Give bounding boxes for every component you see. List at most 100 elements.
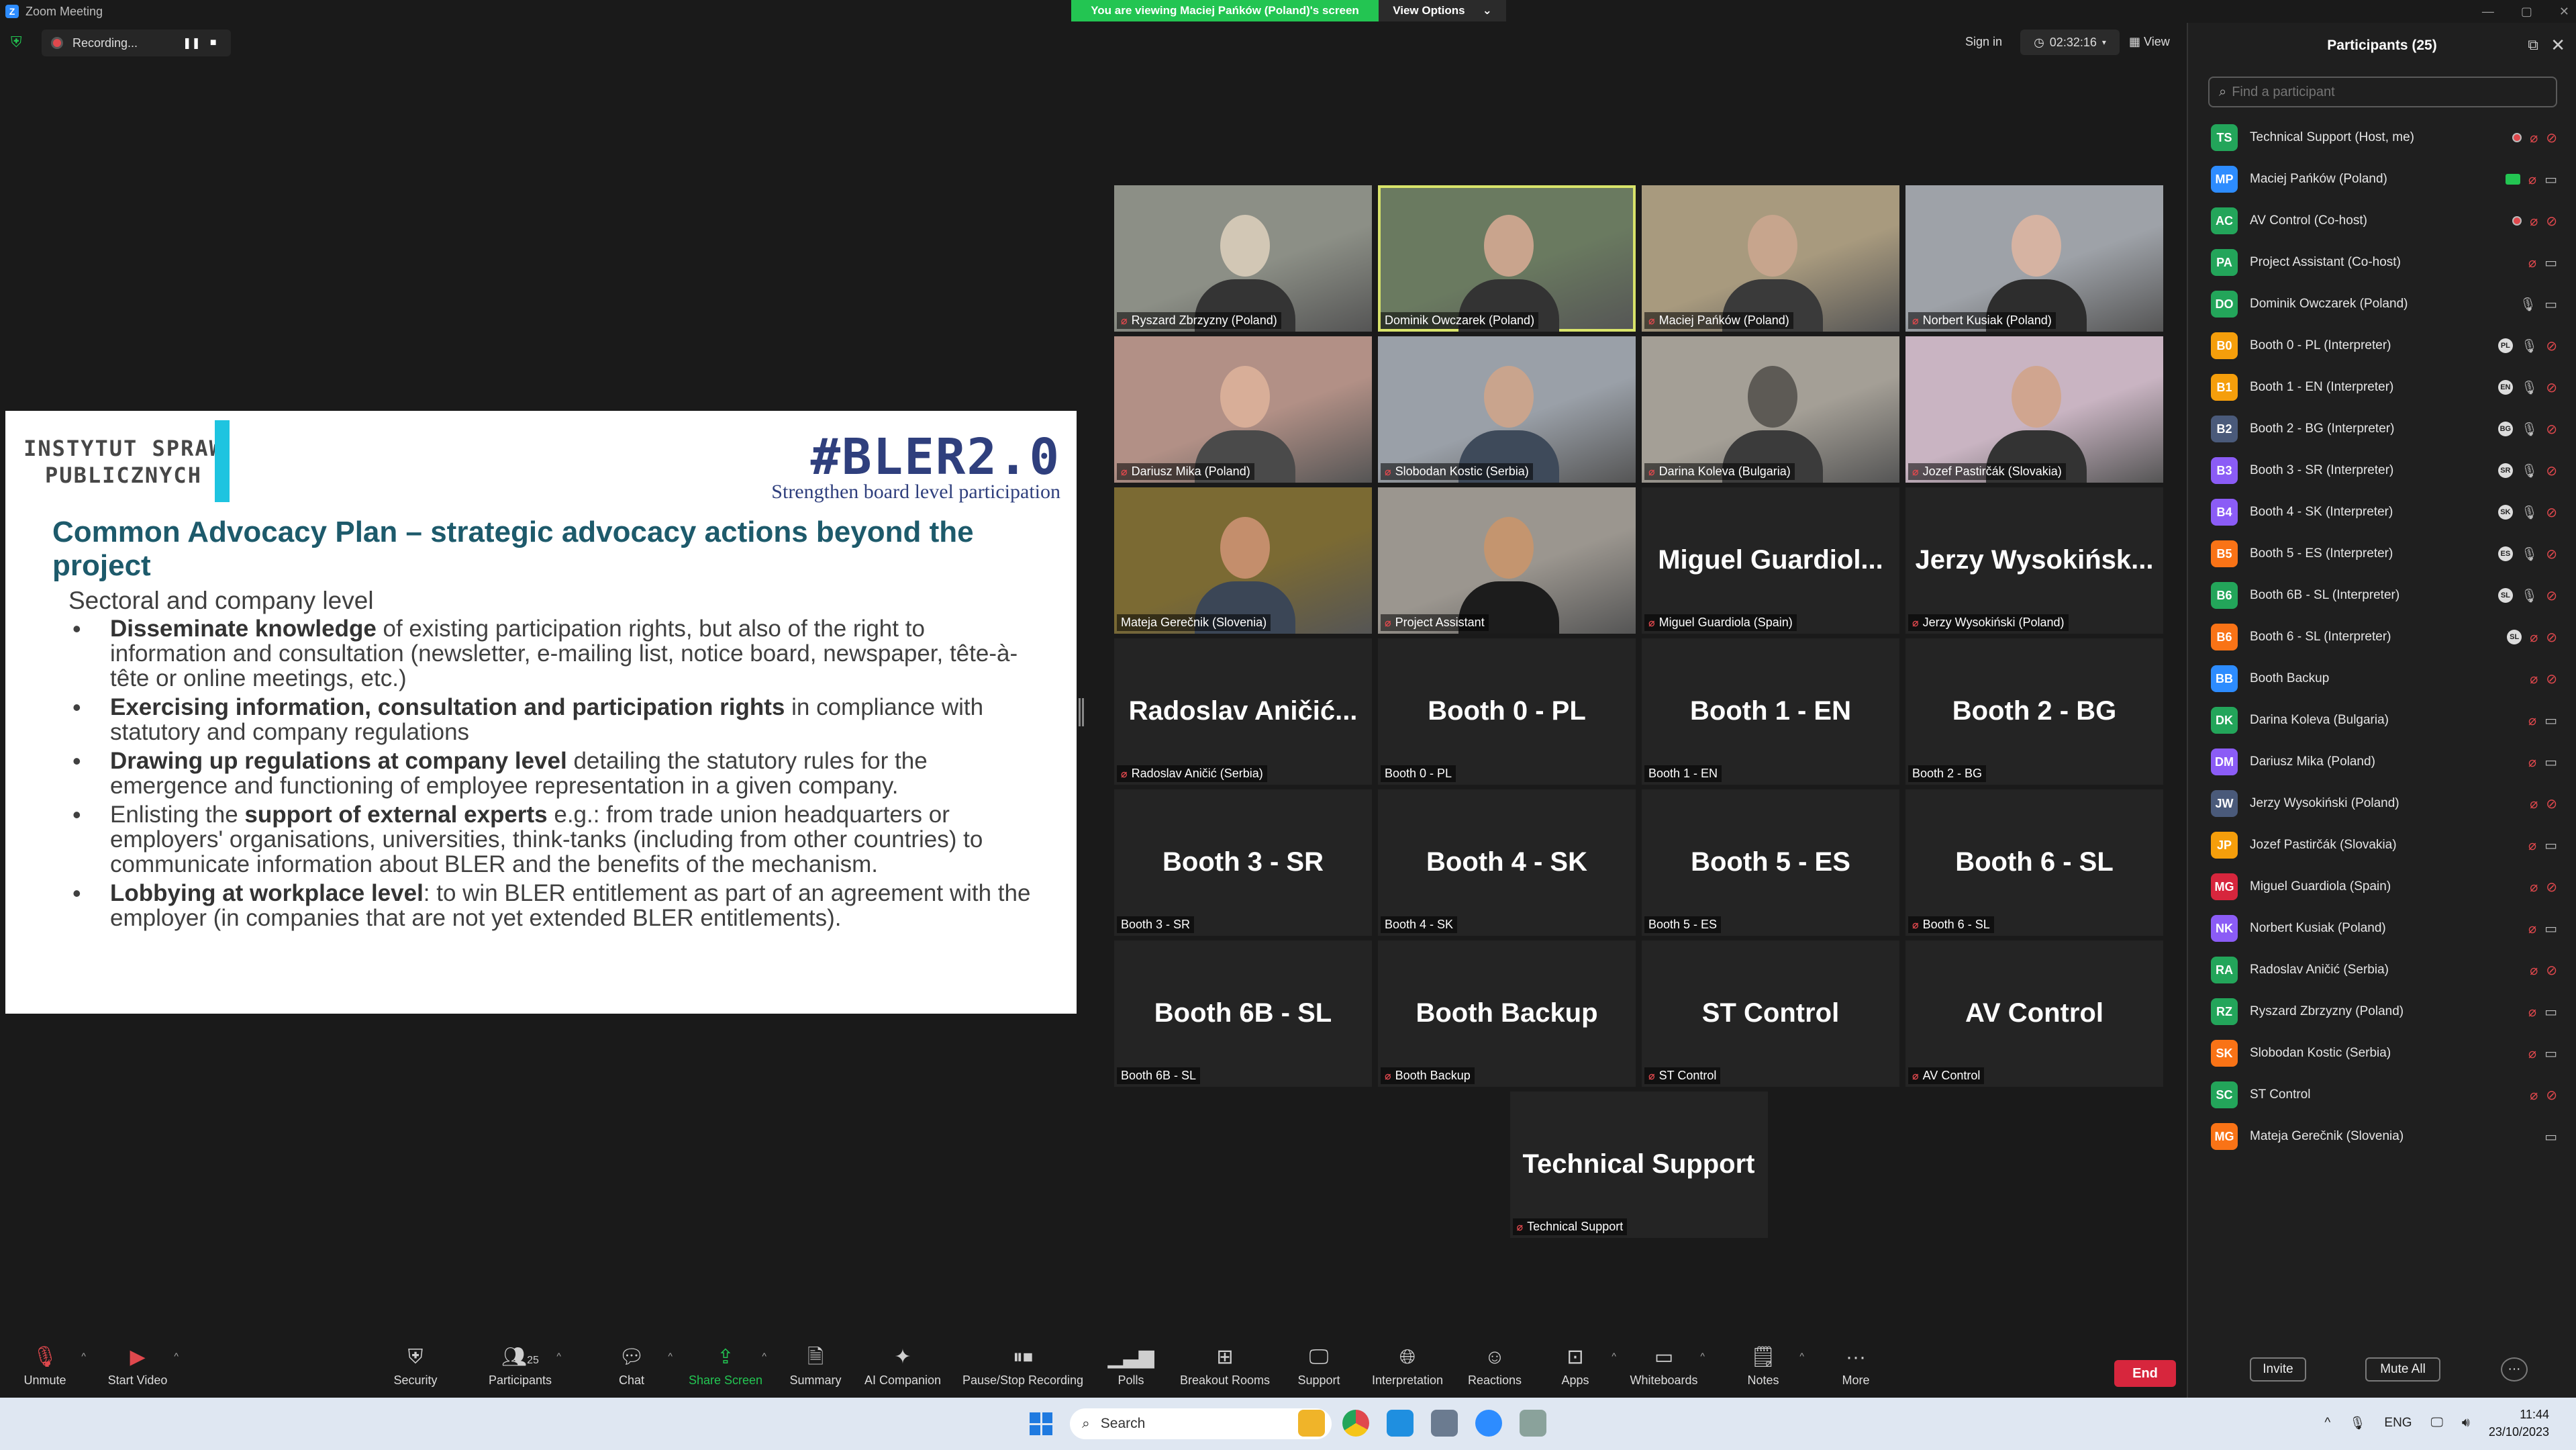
video-tile[interactable]: Booth Backup ⌀ Booth Backup <box>1378 940 1636 1087</box>
interpretation-button[interactable]: 🌐︎ Interpretation <box>1357 1344 1458 1388</box>
participant-row[interactable]: B2 Booth 2 - BG (Interpreter) BG 🎙︎ ⊘ <box>2188 408 2576 450</box>
taskbar-search[interactable]: ⌕ Search <box>1070 1408 1332 1439</box>
video-tile[interactable]: Booth 5 - ES Booth 5 - ES <box>1642 789 1899 936</box>
mic-muted-icon[interactable]: ⌀ <box>2530 130 2538 146</box>
participant-row[interactable]: JW Jerzy Wysokiński (Poland) ⌀ ⊘ <box>2188 783 2576 824</box>
mic-muted-icon[interactable]: ⌀ <box>2528 254 2536 271</box>
mic-muted-icon[interactable]: ⌀ <box>2530 795 2538 812</box>
pause-stop-recording-button[interactable]: ⏸︎⏹︎ Pause/Stop Recording <box>962 1344 1083 1388</box>
mic-muted-icon[interactable]: ⌀ <box>2530 671 2538 687</box>
search-input[interactable] <box>2232 84 2528 100</box>
split-view-handle[interactable] <box>1079 698 1084 726</box>
participant-row[interactable]: SC ST Control ⌀ ⊘ <box>2188 1074 2576 1116</box>
video-tile[interactable]: Booth 4 - SK Booth 4 - SK <box>1378 789 1636 936</box>
chevron-up-icon[interactable]: ^ <box>81 1351 86 1361</box>
start-video-button[interactable]: ▶︎ Start Video ^ <box>87 1344 188 1388</box>
mute-all-button[interactable]: Mute All <box>2365 1357 2440 1382</box>
zoom-taskbar-icon[interactable] <box>1475 1410 1502 1437</box>
mic-muted-icon[interactable]: ⌀ <box>2528 754 2536 771</box>
mic-muted-icon[interactable]: ⌀ <box>2530 1087 2538 1104</box>
video-off-icon[interactable]: ⊘ <box>2546 587 2557 604</box>
video-tile[interactable]: Booth 0 - PL Booth 0 - PL <box>1378 638 1636 785</box>
video-tile[interactable]: Mateja Gerečnik (Slovenia) <box>1114 487 1372 634</box>
restore-button[interactable]: ▢ <box>2521 5 2532 19</box>
video-off-icon[interactable]: ⊘ <box>2546 379 2557 396</box>
video-tile[interactable]: Booth 6B - SL Booth 6B - SL <box>1114 940 1372 1087</box>
video-tile[interactable]: ⌀ Slobodan Kostic (Serbia) <box>1378 336 1636 483</box>
participants-button[interactable]: 👥︎25 Participants ^ <box>470 1344 571 1388</box>
video-tile[interactable]: ⌀ Maciej Pańków (Poland) <box>1642 185 1899 332</box>
network-icon[interactable]: 🖵 <box>2431 1416 2443 1431</box>
microphone-icon[interactable]: 🎙︎ <box>2521 421 2538 438</box>
chevron-up-icon[interactable]: ^ <box>2324 1416 2330 1431</box>
unmute-button[interactable]: 🎙︎ Unmute ^ <box>0 1344 95 1388</box>
interpretation-language-icon[interactable]: EN <box>2497 380 2513 395</box>
mic-muted-icon[interactable]: ⌀ <box>2530 629 2538 646</box>
apps-button[interactable]: ⊡ Apps ^ <box>1525 1344 1626 1388</box>
pop-out-icon[interactable]: ⧉ <box>2528 36 2538 54</box>
microphone-icon[interactable]: 🎙︎ <box>2521 587 2538 604</box>
video-tile[interactable]: Miguel Guardiol... ⌀ Miguel Guardiola (Spa… <box>1642 487 1899 634</box>
video-off-icon[interactable]: ⊘ <box>2546 962 2557 979</box>
snipping-tool-icon[interactable] <box>1431 1410 1458 1437</box>
participant-row[interactable]: TS Technical Support (Host, me) ⌀ ⊘ <box>2188 117 2576 158</box>
video-off-icon[interactable]: ⊘ <box>2546 795 2557 812</box>
participant-row[interactable]: B5 Booth 5 - ES (Interpreter) ES 🎙︎ ⊘ <box>2188 533 2576 575</box>
video-off-icon[interactable]: ⊘ <box>2546 213 2557 230</box>
recording-icon[interactable] <box>2512 216 2522 226</box>
mic-muted-icon[interactable]: ⌀ <box>2528 1045 2536 1062</box>
participant-row[interactable]: DO Dominik Owczarek (Poland) 🎙︎ ▭ <box>2188 283 2576 325</box>
video-tile[interactable]: ⌀ Project Assistant <box>1378 487 1636 634</box>
app-taskbar-icon[interactable] <box>1520 1410 1546 1437</box>
input-language[interactable]: ENG <box>2384 1416 2412 1431</box>
security-button[interactable]: ⛨ Security <box>365 1344 466 1388</box>
participant-row[interactable]: RZ Ryszard Zbrzyzny (Poland) ⌀ ▭ <box>2188 991 2576 1032</box>
microphone-icon[interactable]: 🎙︎ <box>2521 463 2538 479</box>
polls-button[interactable]: ▁▃▆ Polls <box>1081 1344 1181 1388</box>
participant-row[interactable]: B6 Booth 6 - SL (Interpreter) SL ⌀ ⊘ <box>2188 616 2576 658</box>
video-tile[interactable]: ⌀ Ryszard Zbrzyzny (Poland) <box>1114 185 1372 332</box>
taskbar-clock[interactable]: 11:44 23/10/2023 <box>2489 1406 2549 1441</box>
video-off-icon[interactable]: ⊘ <box>2546 879 2557 896</box>
video-camera-icon[interactable]: ▭ <box>2544 920 2557 937</box>
breakout-rooms-button[interactable]: ⊞ Breakout Rooms <box>1175 1344 1275 1388</box>
video-camera-icon[interactable]: ▭ <box>2544 754 2557 771</box>
video-camera-icon[interactable]: ▭ <box>2544 171 2557 188</box>
view-button[interactable]: ▦ View <box>2129 35 2170 49</box>
chat-button[interactable]: 💬︎ Chat ^ <box>581 1344 682 1388</box>
microphone-icon[interactable]: 🎙︎ <box>2521 546 2538 563</box>
video-tile[interactable]: Radoslav Aničić... ⌀ Radoslav Aničić (Serb… <box>1114 638 1372 785</box>
video-off-icon[interactable]: ⊘ <box>2546 338 2557 354</box>
encryption-shield-icon[interactable]: ⛨ <box>11 34 27 52</box>
participant-row[interactable]: DM Dariusz Mika (Poland) ⌀ ▭ <box>2188 741 2576 783</box>
recording-icon[interactable] <box>2512 133 2522 142</box>
video-off-icon[interactable]: ⊘ <box>2546 1087 2557 1104</box>
participant-row[interactable]: RA Radoslav Aničić (Serbia) ⌀ ⊘ <box>2188 949 2576 991</box>
share-screen-button[interactable]: ⇪ Share Screen ^ <box>675 1344 776 1388</box>
summary-button[interactable]: 🗎 Summary <box>765 1344 866 1388</box>
interpretation-language-icon[interactable]: ES <box>2497 546 2513 561</box>
video-tile[interactable]: ST Control ⌀ ST Control <box>1642 940 1899 1087</box>
video-camera-icon[interactable]: ▭ <box>2544 254 2557 271</box>
participant-row[interactable]: BB Booth Backup ⌀ ⊘ <box>2188 658 2576 699</box>
video-tile[interactable]: ⌀ Norbert Kusiak (Poland) <box>1905 185 2163 332</box>
support-button[interactable]: 🖵 Support <box>1269 1344 1369 1388</box>
mic-muted-icon[interactable]: ⌀ <box>2528 1004 2536 1020</box>
view-options-button[interactable]: View Options ⌄ <box>1379 0 1506 21</box>
notes-button[interactable]: 🗒︎ Notes ^ <box>1713 1344 1814 1388</box>
video-off-icon[interactable]: ⊘ <box>2546 629 2557 646</box>
chevron-up-icon[interactable]: ^ <box>556 1351 561 1361</box>
participant-row[interactable]: B3 Booth 3 - SR (Interpreter) SR 🎙︎ ⊘ <box>2188 450 2576 491</box>
mic-muted-icon[interactable]: ⌀ <box>2528 837 2536 854</box>
microphone-icon[interactable]: 🎙︎ <box>2521 379 2538 396</box>
screen-share-icon[interactable] <box>2506 174 2521 185</box>
mic-muted-icon[interactable]: ⌀ <box>2530 962 2538 979</box>
interpretation-language-icon[interactable]: PL <box>2497 338 2513 353</box>
participant-row[interactable]: B4 Booth 4 - SK (Interpreter) SK 🎙︎ ⊘ <box>2188 491 2576 533</box>
video-camera-icon[interactable]: ▭ <box>2544 712 2557 729</box>
more-options-button[interactable]: ··· <box>2501 1357 2528 1382</box>
invite-button[interactable]: Invite <box>2250 1357 2306 1382</box>
mic-muted-icon[interactable]: ⌀ <box>2528 712 2536 729</box>
whiteboards-button[interactable]: ▭ Whiteboards ^ <box>1614 1344 1714 1388</box>
interpretation-language-icon[interactable]: BG <box>2497 422 2513 436</box>
